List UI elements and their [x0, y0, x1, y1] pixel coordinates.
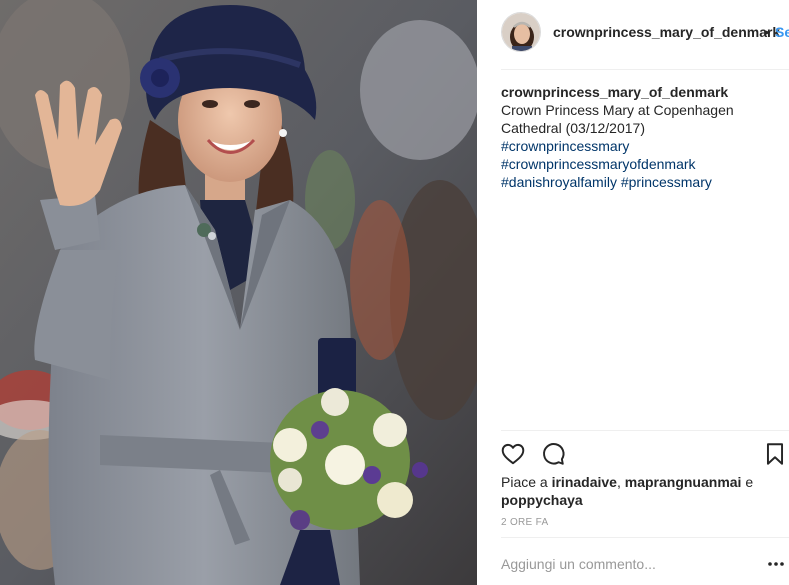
comment-divider [501, 537, 789, 538]
caption-username[interactable]: crownprincess_mary_of_denmark [501, 84, 728, 100]
hashtag-link[interactable]: #crownprincessmaryofdenmark [501, 156, 696, 172]
avatar-image [502, 13, 540, 51]
caption-text: Crown Princess Mary at Copenhagen Cathed… [501, 102, 734, 136]
hashtag-link[interactable]: #princessmary [621, 174, 712, 190]
likes-summary: Piace a irinadaive, maprangnuanmai e pop… [501, 473, 771, 509]
bookmark-icon[interactable] [762, 441, 788, 467]
follow-button[interactable]: Se [775, 24, 789, 40]
comment-input[interactable] [501, 553, 741, 575]
heart-icon[interactable] [500, 441, 526, 467]
likes-separator: , [616, 474, 621, 490]
post-author-username[interactable]: crownprincess_mary_of_denmark [553, 24, 780, 40]
liker-username[interactable]: irinadaive [552, 474, 617, 490]
comment-icon[interactable] [540, 441, 566, 467]
photo-illustration [0, 0, 477, 585]
post-caption: crownprincess_mary_of_denmark Crown Prin… [501, 83, 769, 191]
header-separator-dot: • [764, 24, 769, 40]
likes-conjunction: e [745, 474, 754, 490]
post-header: crownprincess_mary_of_denmark • Se [477, 0, 789, 70]
post-actions-bar [477, 436, 789, 470]
post-photo[interactable] [0, 0, 477, 585]
post-side-panel: crownprincess_mary_of_denmark • Se crown… [477, 0, 789, 585]
liker-username[interactable]: poppychaya [501, 492, 583, 508]
hashtag-link[interactable]: #crownprincessmary [501, 138, 629, 154]
post-timestamp[interactable]: 2 ORE FA [501, 517, 548, 528]
more-options-icon[interactable] [767, 556, 785, 572]
likes-prefix: Piace a [501, 474, 548, 490]
hashtag-link[interactable]: #danishroyalfamily [501, 174, 617, 190]
liker-username[interactable]: maprangnuanmai [625, 474, 742, 490]
avatar[interactable] [501, 12, 541, 52]
header-divider [501, 69, 789, 70]
actions-divider [501, 430, 789, 431]
